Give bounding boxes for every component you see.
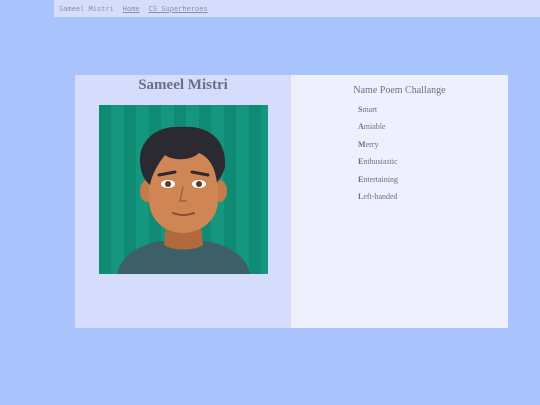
avatar-image [99, 105, 268, 274]
poem-panel: Name Poem Challange Smart Amiable Merry … [291, 75, 508, 328]
profile-card: Sameel Mistri Name Poem Challange Smart … [75, 75, 508, 328]
top-nav: Sameel Mistri Home CS Superheroes [54, 0, 540, 17]
poem-line: Enthusiastic [358, 157, 398, 167]
poem-line: Merry [358, 139, 379, 149]
profile-panel: Sameel Mistri [75, 75, 291, 328]
nav-link-cs-superheroes[interactable]: CS Superheroes [149, 5, 208, 13]
profile-name: Sameel Mistri [138, 77, 228, 93]
poem-line: Smart [358, 105, 378, 114]
avatar-icon [99, 105, 268, 274]
poem-line: Left-handed [358, 191, 398, 201]
poem-list: Smart Amiable Merry Enthusiastic Enterta… [358, 105, 398, 209]
poem-line: Amiable [358, 122, 386, 132]
nav-link-home[interactable]: Home [123, 5, 140, 13]
poem-title: Name Poem Challange [353, 85, 446, 96]
site-name: Sameel Mistri [59, 4, 114, 13]
poem-line: Entertaining [358, 174, 398, 184]
